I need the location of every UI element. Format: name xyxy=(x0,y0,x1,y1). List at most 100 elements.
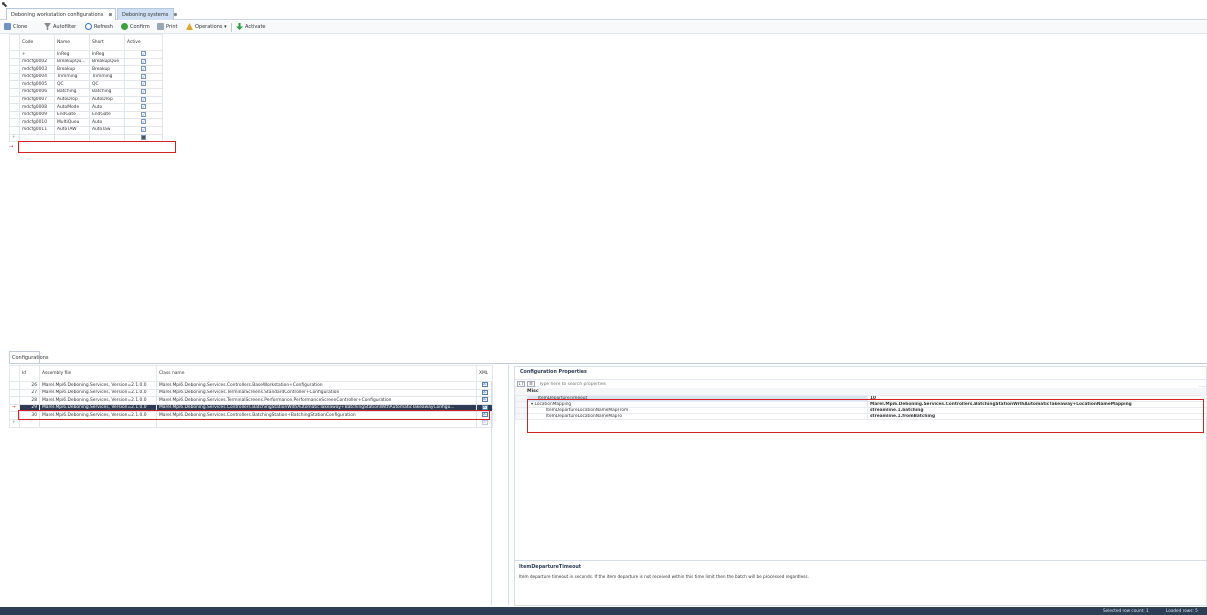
active-checkbox[interactable]: ✓ xyxy=(141,66,146,72)
cell-code[interactable]: mdcfg0004 xyxy=(19,72,55,82)
cell-short[interactable]: Batching xyxy=(89,87,125,97)
cell-class-name[interactable]: Marel.Mpi6.Deboning.Services.TerminalScr… xyxy=(156,388,477,398)
property-search-input[interactable] xyxy=(539,381,1199,387)
table-row[interactable]: mdcfg0004 Trimming Trimming ✓ xyxy=(9,72,163,82)
cell-id[interactable]: 26 xyxy=(19,381,40,390)
cell-class-name[interactable]: Marel.Mpi6.Deboning.Services.Controllers… xyxy=(156,381,477,390)
column-header-id[interactable]: Id xyxy=(19,365,40,382)
cell-short[interactable]: QC xyxy=(89,80,125,89)
column-header-active[interactable]: Active xyxy=(124,34,163,51)
active-checkbox[interactable]: ✓ xyxy=(141,97,146,102)
table-row[interactable]: mdcfg0005 QC QC ✓ xyxy=(9,80,163,89)
cell-active[interactable]: ✓ xyxy=(124,103,163,112)
cell-code[interactable]: mdcfg0010 xyxy=(19,118,55,127)
new-row[interactable]: + A xyxy=(9,418,493,428)
cell-short[interactable]: Auto xyxy=(89,103,125,112)
cell-name[interactable]: AutoMode xyxy=(54,103,90,112)
column-header-xml[interactable]: XML xyxy=(476,365,493,382)
empty-cell[interactable] xyxy=(39,418,157,428)
cell-code[interactable]: mdcfg0008 xyxy=(19,103,55,112)
cell-active[interactable]: ✓ xyxy=(124,57,163,67)
cell-assembly-file[interactable]: Marel.Mpi6.Deboning.Services, Version=2.… xyxy=(39,396,157,405)
column-header-name[interactable]: Name xyxy=(54,34,90,51)
cell-short[interactable]: EndGate xyxy=(89,110,125,120)
print-button[interactable]: Print xyxy=(157,23,178,32)
cell-code[interactable]: mdcfg0009 xyxy=(19,110,55,120)
tab-deboning-workstation-configurations[interactable]: Deboning workstation configurations ⊗ xyxy=(6,8,116,20)
cell-active[interactable]: ✓ xyxy=(124,65,163,74)
categorize-icon[interactable]: ☰ xyxy=(527,381,535,387)
cell-id[interactable]: 27 xyxy=(19,388,40,398)
cell-assembly-file[interactable]: Marel.Mpi6.Deboning.Services, Version=2.… xyxy=(39,388,157,398)
cell-xml[interactable]: A xyxy=(476,381,493,390)
table-row[interactable]: mdcfg0006 Batching Batching ✓ xyxy=(9,87,163,97)
empty-cell[interactable] xyxy=(19,418,40,428)
cell-active[interactable]: ✓ xyxy=(124,118,163,127)
active-checkbox[interactable]: ✓ xyxy=(141,51,146,56)
tab-deboning-systems[interactable]: Deboning systems ⊗ xyxy=(117,8,178,20)
cell-short[interactable]: Trimming xyxy=(89,72,125,82)
cell-code[interactable]: mdcfg0006 xyxy=(19,87,55,97)
cell-active[interactable]: ✓ xyxy=(124,110,163,120)
category-misc[interactable]: Misc xyxy=(515,388,1206,395)
empty-cell[interactable] xyxy=(156,418,477,428)
cell-assembly-file[interactable]: Marel.Mpi6.Deboning.Services, Version=2.… xyxy=(39,381,157,390)
cell-xml[interactable]: A xyxy=(476,396,493,405)
active-checkbox[interactable] xyxy=(141,134,146,140)
column-header-short[interactable]: Short xyxy=(89,34,125,51)
table-row[interactable]: 26 Marel.Mpi6.Deboning.Services, Version=… xyxy=(9,381,493,390)
cell-name[interactable]: BreakupQu... xyxy=(54,57,90,67)
xml-edit-icon[interactable]: A xyxy=(481,382,488,387)
cell-name[interactable]: Trimming xyxy=(54,72,90,82)
xml-edit-icon[interactable]: A xyxy=(481,390,488,395)
cell-short[interactable]: AutoTaw xyxy=(89,125,125,135)
cell-active[interactable]: ✓ xyxy=(124,80,163,89)
cell-name[interactable]: QC xyxy=(54,80,90,89)
cell-short[interactable]: BreakupQue xyxy=(89,57,125,67)
active-checkbox[interactable]: ✓ xyxy=(141,127,146,132)
cell-active[interactable]: ✓ xyxy=(124,95,163,105)
cell-name[interactable]: EndGate xyxy=(54,110,90,120)
cell-active[interactable]: ✓ xyxy=(124,125,163,135)
close-icon[interactable]: ⊗ xyxy=(173,12,177,18)
cell-name[interactable]: Batching xyxy=(54,87,90,97)
sort-icon[interactable]: ↓↑ xyxy=(517,381,525,387)
cell-code[interactable]: mdcfg0005 xyxy=(19,80,55,89)
table-row[interactable]: mdcfg0010 MultiQueu Auto ✓ xyxy=(9,118,163,127)
table-row[interactable]: + InReg InReg ✓ xyxy=(9,50,163,59)
autofilter-button[interactable]: Autofilter xyxy=(44,23,76,32)
activate-button[interactable]: Activate xyxy=(236,23,266,32)
cell-name[interactable]: InReg xyxy=(54,50,90,59)
table-row[interactable]: mdcfg0003 Breakup Breakup ✓ xyxy=(9,65,163,74)
table-row[interactable]: mdcfg0011 AutoTAW AutoTaw ✓ xyxy=(9,125,163,135)
panel-splitter[interactable] xyxy=(508,365,509,605)
refresh-button[interactable]: Refresh xyxy=(85,23,113,32)
active-checkbox[interactable]: ✓ xyxy=(141,112,146,117)
table-row[interactable]: 27 Marel.Mpi6.Deboning.Services, Version=… xyxy=(9,388,493,398)
active-checkbox[interactable]: ✓ xyxy=(141,81,146,87)
operations-dropdown[interactable]: Operations ▾ xyxy=(186,23,227,32)
cell-code[interactable]: mdcfg0007 xyxy=(19,95,55,105)
cell-xml[interactable]: A xyxy=(476,388,493,398)
cell-code[interactable]: mdcfg0011 xyxy=(19,125,55,135)
active-checkbox[interactable]: ✓ xyxy=(141,89,146,94)
table-row[interactable]: mdcfg0007 AutoDrop AutoDrop ✓ xyxy=(9,95,163,105)
cell-name[interactable]: MultiQueu xyxy=(54,118,90,127)
cell-name[interactable]: AutoTAW xyxy=(54,125,90,135)
empty-cell[interactable]: A xyxy=(476,418,493,428)
table-row[interactable]: mdcfg0002 BreakupQu... BreakupQue ✓ xyxy=(9,57,163,67)
column-header-assembly-file[interactable]: Assembly file xyxy=(39,365,157,382)
column-header-code[interactable]: Code xyxy=(19,34,55,51)
cell-short[interactable]: AutoDrop xyxy=(89,95,125,105)
cell-short[interactable]: InReg xyxy=(89,50,125,59)
active-checkbox[interactable]: ✓ xyxy=(141,74,146,79)
table-row[interactable]: mdcfg0008 AutoMode Auto ✓ xyxy=(9,103,163,112)
cell-code[interactable]: mdcfg0002 xyxy=(19,57,55,67)
column-header-class-name[interactable]: Class name xyxy=(156,365,477,382)
cell-code[interactable]: mdcfg0003 xyxy=(19,65,55,74)
cell-name[interactable]: Breakup xyxy=(54,65,90,74)
cell-name[interactable]: AutoDrop xyxy=(54,95,90,105)
close-icon[interactable]: ⊗ xyxy=(108,12,112,18)
cell-active[interactable]: ✓ xyxy=(124,87,163,97)
table-row[interactable]: mdcfg0009 EndGate EndGate ✓ xyxy=(9,110,163,120)
